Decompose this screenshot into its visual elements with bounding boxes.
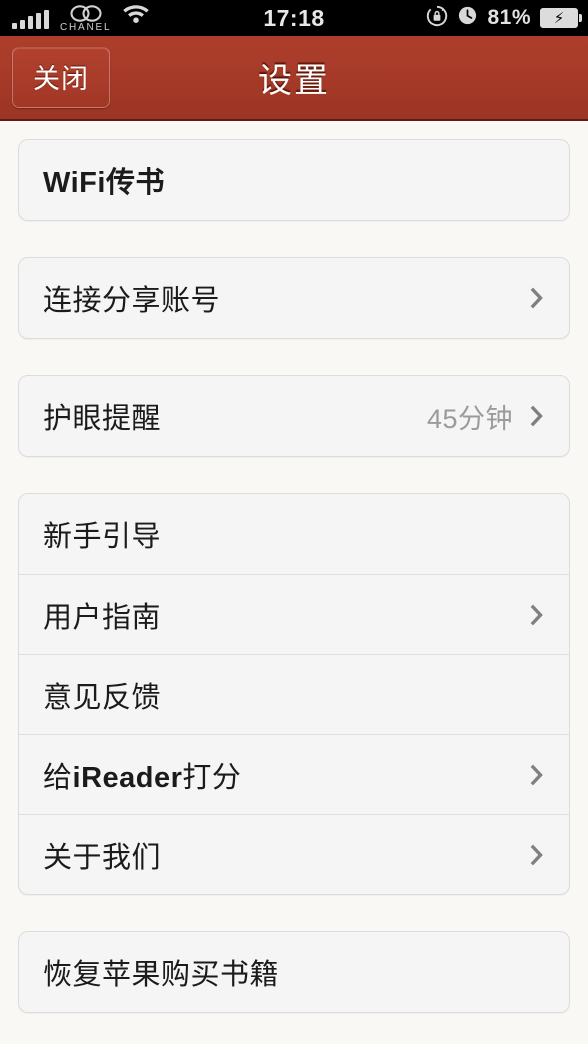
row-eye-care-reminder[interactable]: 护眼提醒 45分钟	[19, 376, 569, 456]
alarm-clock-icon	[457, 5, 478, 31]
group-eyecare: 护眼提醒 45分钟	[18, 375, 570, 457]
row-value: 45分钟	[426, 403, 513, 434]
group-transfer: WiFi传书	[18, 139, 570, 221]
row-restore-apple-purchases[interactable]: 恢复苹果购买书籍	[19, 932, 569, 1012]
row-wifi-transfer[interactable]: WiFi传书	[19, 140, 569, 220]
rotation-lock-icon	[426, 5, 448, 32]
chevron-right-icon	[529, 401, 547, 431]
settings-list: WiFi传书连接分享账号 护眼提醒 45分钟新手引导用户指南意见反馈给iReader…	[0, 121, 588, 1037]
row-label: 护眼提醒	[43, 403, 162, 435]
row-label: 连接分享账号	[43, 285, 221, 317]
row-label: WiFi传书	[43, 167, 165, 199]
row-label: 用户指南	[43, 601, 162, 634]
row-label: 给iReader打分	[43, 761, 242, 794]
row-label: 意见反馈	[43, 681, 162, 714]
chevron-right-icon	[529, 600, 547, 630]
row-label: 新手引导	[43, 521, 162, 553]
row-rate-ireader[interactable]: 给iReader打分	[19, 734, 569, 814]
row-feedback[interactable]: 意见反馈	[19, 654, 569, 734]
navigation-bar: 关闭 设置	[0, 36, 588, 121]
chevron-right-icon	[529, 283, 547, 313]
battery-charging-icon: ⚡	[540, 8, 582, 28]
row-user-manual[interactable]: 用户指南	[19, 574, 569, 654]
group-restore: 恢复苹果购买书籍	[18, 931, 570, 1013]
status-bar: CHANEL 17:18 81% ⚡	[0, 0, 588, 36]
chevron-right-icon	[529, 840, 547, 870]
status-bar-right: 81% ⚡	[426, 5, 588, 32]
row-about-us[interactable]: 关于我们	[19, 814, 569, 894]
group-account: 连接分享账号	[18, 257, 570, 339]
row-beginner-guide[interactable]: 新手引导	[19, 494, 569, 574]
row-label: 关于我们	[43, 841, 162, 874]
row-label: 恢复苹果购买书籍	[43, 959, 280, 991]
battery-percent: 81%	[487, 6, 531, 29]
group-help: 新手引导用户指南意见反馈给iReader打分 关于我们	[18, 493, 570, 895]
row-connect-share-account[interactable]: 连接分享账号	[19, 258, 569, 338]
chevron-right-icon	[529, 760, 547, 790]
close-button[interactable]: 关闭	[12, 47, 110, 108]
